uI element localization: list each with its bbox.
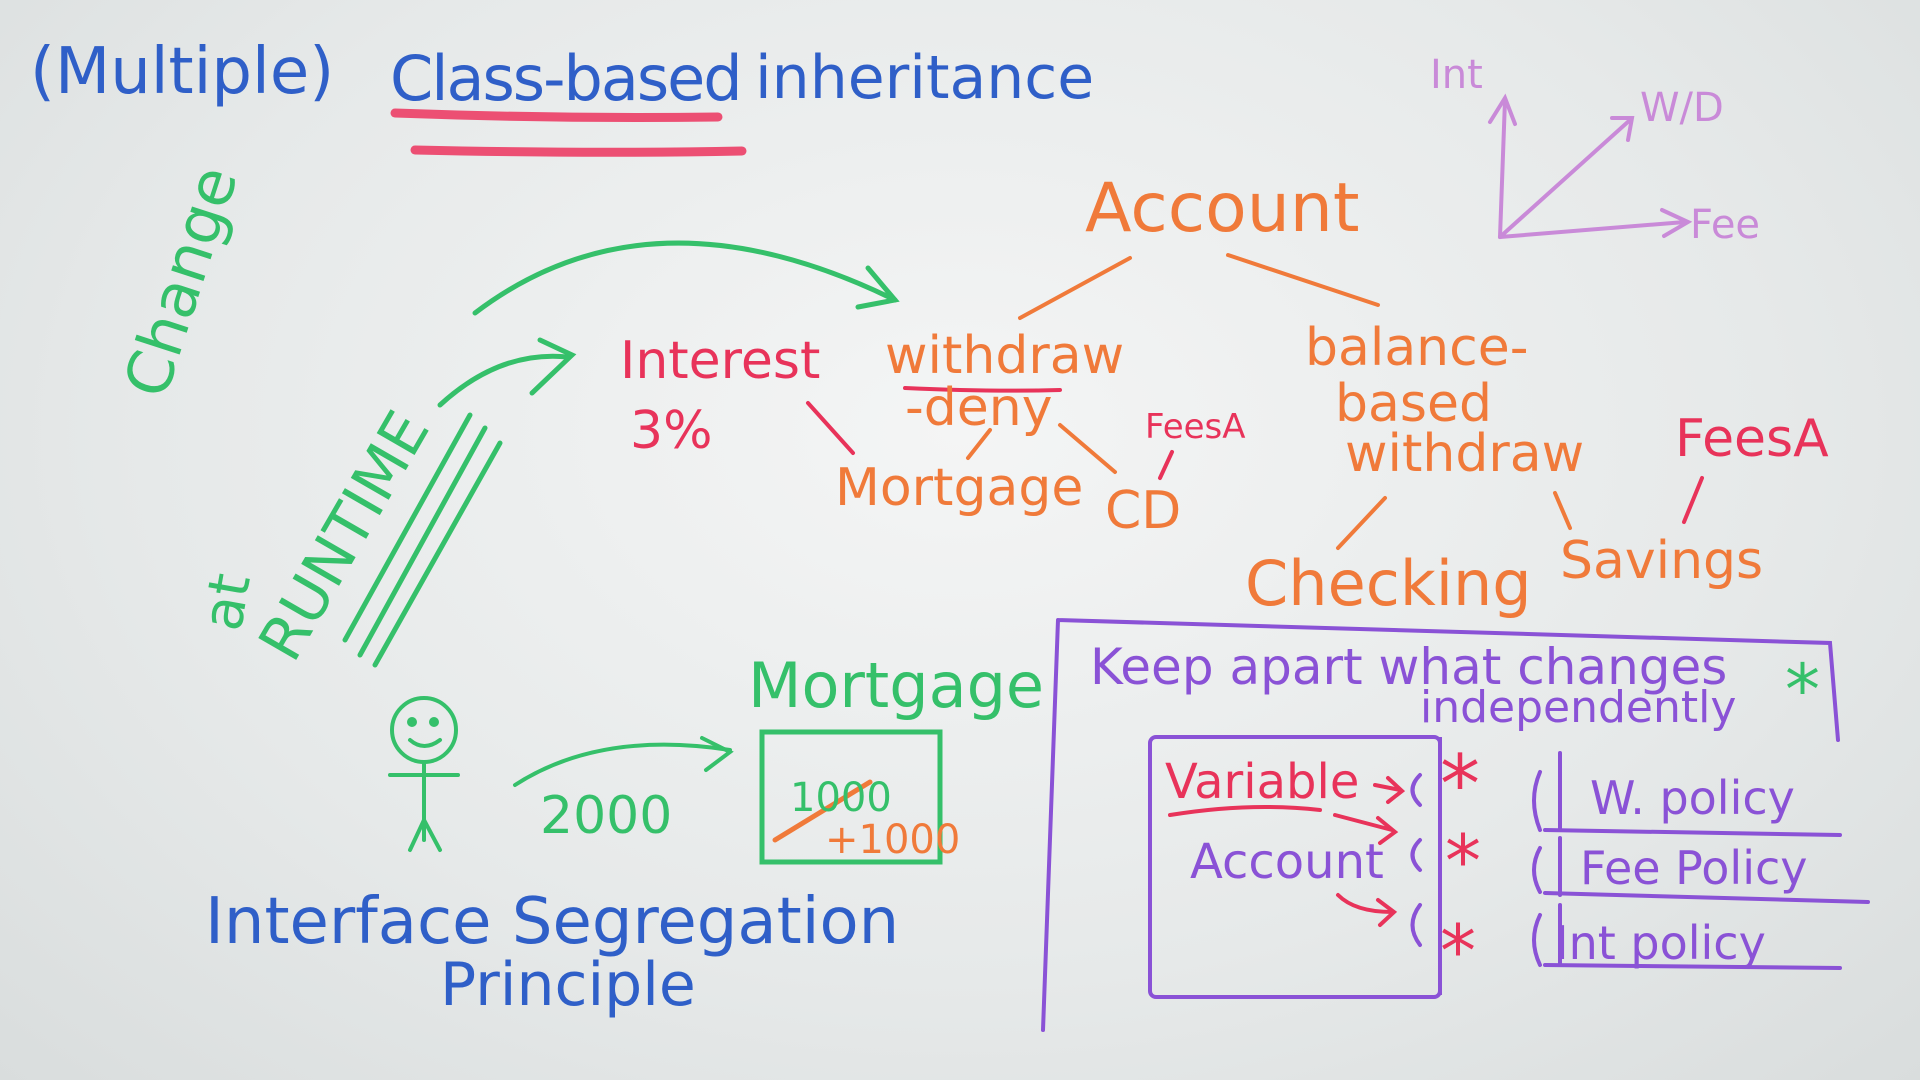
edge-cd-fee [1158, 450, 1174, 480]
old-balance: 1000 [790, 775, 892, 821]
tree-checking: Checking [1245, 547, 1532, 620]
payment-arrow [513, 736, 734, 787]
interest-label: Interest [620, 331, 821, 391]
policy-star-3: * [1440, 909, 1476, 993]
bottom-mortgage-label: Mortgage [748, 649, 1045, 722]
new-balance: +1000 [825, 817, 961, 863]
tree-root-account: Account [1085, 169, 1360, 248]
edge-balance-checking [1336, 496, 1387, 550]
withdraw-label: withdraw [885, 326, 1125, 386]
edge-account-balance [1226, 253, 1380, 307]
balance-withdraw-label: withdraw [1345, 424, 1585, 484]
title-underline-2 [410, 145, 747, 157]
stick-figure [388, 696, 460, 852]
policy-int: Int policy [1555, 916, 1766, 970]
heading-star: * [1785, 649, 1820, 731]
title-inheritance: inheritance [755, 43, 1095, 113]
edge-savings-fee [1682, 476, 1704, 524]
axis-wd-label: W/D [1640, 85, 1724, 131]
policy-star-2: * [1445, 819, 1481, 903]
interest-rate: 3% [630, 401, 713, 461]
cd-fee-label: FeesA [1145, 407, 1246, 447]
at-label: at [190, 568, 264, 636]
tree-cd: CD [1105, 481, 1182, 541]
box-heading-line2: independently [1420, 682, 1737, 733]
savings-fee-label: FeesA [1675, 409, 1829, 469]
title-class-based: Class-based [390, 42, 743, 115]
isp-line1: Interface Segregation [205, 885, 900, 959]
edge-account-withdraw [1018, 256, 1132, 320]
based-label: based [1335, 374, 1492, 434]
title-multiple: (Multiple) [30, 35, 335, 109]
balance-label: balance- [1305, 318, 1529, 378]
policy-fee: Fee Policy [1580, 841, 1808, 895]
inner-account: Account [1190, 834, 1384, 890]
deny-label: -deny [905, 378, 1053, 438]
tree-savings: Savings [1560, 531, 1764, 591]
edge-balance-savings [1553, 491, 1572, 530]
axis-int-label: Int [1430, 52, 1483, 98]
policy-withdraw: W. policy [1590, 771, 1795, 825]
payment-amount: 2000 [540, 786, 673, 846]
isp-line2: Principle [440, 950, 696, 1020]
inner-variable: Variable [1165, 754, 1360, 810]
axis-fee-label: Fee [1690, 202, 1761, 248]
policy-star-1: * [1440, 738, 1480, 831]
tree-mortgage: Mortgage [835, 458, 1084, 518]
edge-interest-mortgage [806, 401, 855, 455]
